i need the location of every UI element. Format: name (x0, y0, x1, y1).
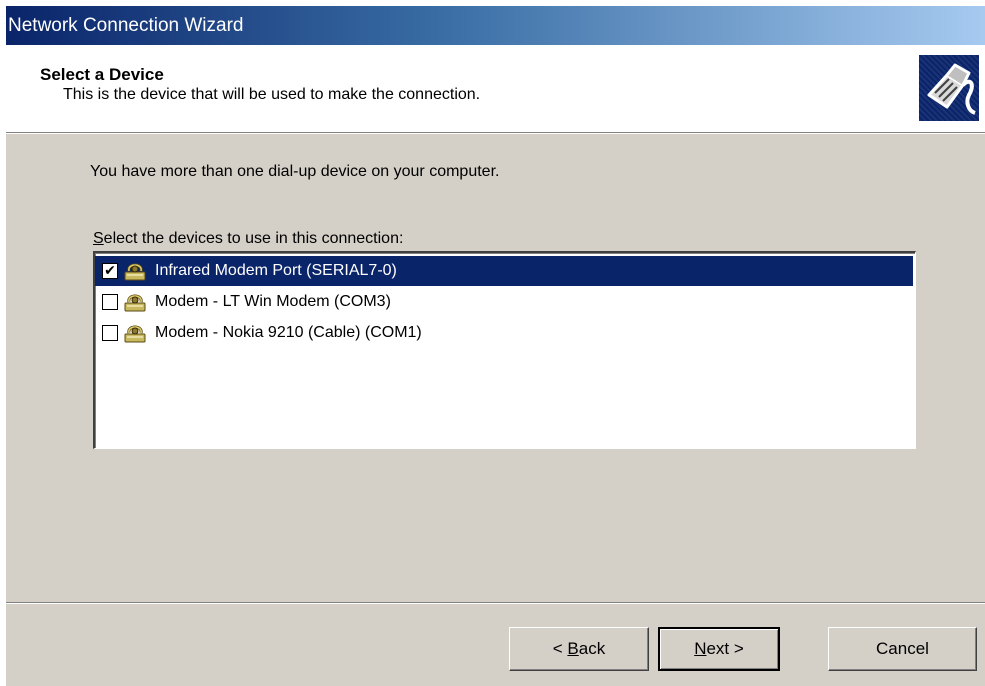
device-listbox[interactable]: ✔ Infrared Modem Port (SERIAL7-0) Modem … (93, 251, 916, 449)
cancel-button[interactable]: Cancel (828, 627, 977, 671)
list-label-mnemonic: S (93, 230, 104, 247)
back-button-prefix: < (552, 639, 568, 658)
wizard-header: Select a Device This is the device that … (6, 45, 985, 133)
device-checkbox[interactable] (102, 325, 118, 341)
modem-phone-icon (123, 259, 147, 283)
list-item[interactable]: Modem - Nokia 9210 (Cable) (COM1) (95, 318, 913, 348)
device-list-label: Select the devices to use in this connec… (93, 230, 403, 248)
list-label-text: elect the devices to use in this connect… (103, 230, 404, 247)
footer-separator (6, 602, 985, 604)
network-cable-icon (919, 55, 979, 121)
list-item[interactable]: Modem - LT Win Modem (COM3) (95, 287, 913, 317)
back-button-mnemonic: B (567, 639, 579, 658)
device-label: Modem - Nokia 9210 (Cable) (COM1) (155, 324, 422, 341)
device-label: Infrared Modem Port (SERIAL7-0) (155, 262, 397, 279)
device-label: Modem - LT Win Modem (COM3) (155, 293, 391, 310)
device-checkbox[interactable]: ✔ (102, 263, 118, 279)
next-button-text: ext > (706, 639, 744, 658)
next-button[interactable]: Next > (658, 627, 780, 671)
title-bar[interactable]: Network Connection Wizard (6, 6, 985, 45)
back-button-text: ack (578, 639, 606, 658)
list-item[interactable]: ✔ Infrared Modem Port (SERIAL7-0) (95, 256, 913, 286)
modem-phone-icon (123, 290, 147, 314)
device-checkbox[interactable] (102, 294, 118, 310)
checkmark-icon: ✔ (104, 263, 116, 279)
back-button[interactable]: < Back (509, 627, 649, 671)
page-subtitle: This is the device that will be used to … (63, 86, 481, 103)
page-title: Select a Device (40, 65, 164, 84)
window-title: Network Connection Wizard (8, 15, 244, 36)
modem-phone-icon (123, 321, 147, 345)
intro-text: You have more than one dial-up device on… (90, 163, 500, 180)
next-button-mnemonic: N (694, 639, 707, 658)
wizard-window: Network Connection Wizard Select a Devic… (6, 6, 985, 686)
